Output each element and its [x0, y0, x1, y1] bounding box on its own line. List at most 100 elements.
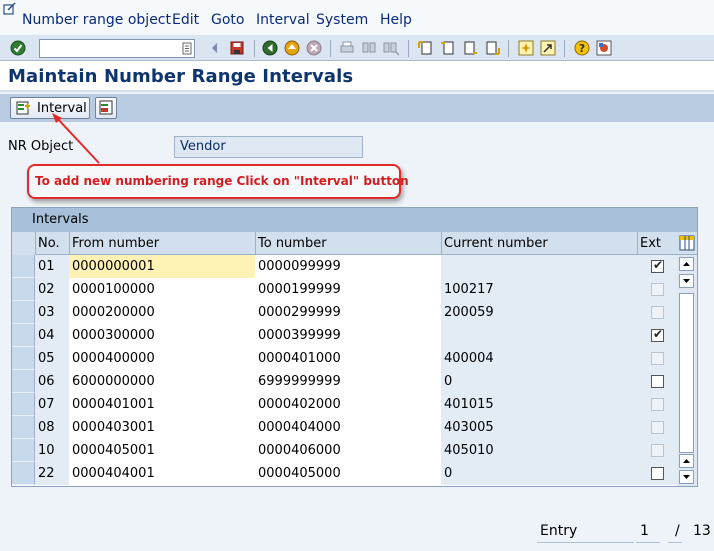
cell-to-number-input[interactable]: 0000404000 — [255, 416, 441, 439]
column-header-no[interactable]: No. — [35, 232, 69, 255]
command-field[interactable] — [39, 39, 195, 58]
row-selector-button[interactable] — [12, 370, 35, 393]
cancel-icon[interactable] — [306, 40, 322, 56]
cell-to-number-input[interactable]: 6999999999 — [255, 370, 441, 393]
entry-current-field[interactable]: 1 — [640, 523, 649, 539]
select-all-rows-button[interactable] — [12, 232, 35, 255]
cell-to-number-input[interactable]: 0000099999 — [255, 255, 441, 278]
shortcut-icon[interactable] — [540, 40, 556, 56]
table-row: 22 0000404001 0000405000 0 — [12, 462, 677, 485]
first-page-icon[interactable] — [418, 40, 434, 56]
row-selector-button[interactable] — [12, 301, 35, 324]
cell-to-number-input[interactable]: 0000406000 — [255, 439, 441, 462]
customize-layout-icon[interactable] — [596, 40, 612, 56]
row-selector-button[interactable] — [12, 278, 35, 301]
row-selector-button[interactable] — [12, 255, 35, 278]
menu-system[interactable]: System — [316, 12, 368, 28]
menu-goto[interactable]: Goto — [211, 12, 244, 28]
last-page-icon[interactable] — [484, 40, 500, 56]
find-icon[interactable] — [361, 40, 377, 56]
row-selector-button[interactable] — [12, 393, 35, 416]
exit-icon[interactable] — [284, 40, 300, 56]
menu-number-range-object[interactable]: Number range object — [22, 12, 171, 28]
cell-from-number-input[interactable]: 0000401001 — [69, 393, 255, 416]
interval-button[interactable]: Interval — [10, 97, 90, 119]
ext-checkbox — [651, 283, 664, 296]
table-row: 10 0000405001 0000406000 405010 — [12, 439, 677, 462]
exit-button[interactable] — [95, 97, 117, 119]
cell-from-number-input[interactable]: 0000000001 — [69, 255, 255, 278]
create-session-icon[interactable] — [518, 40, 534, 56]
interval-button-label: Interval — [37, 100, 87, 116]
ext-checkbox[interactable]: ✔ — [651, 258, 664, 273]
cell-to-number-input[interactable]: 0000199999 — [255, 278, 441, 301]
menu-help[interactable]: Help — [380, 12, 412, 28]
print-icon[interactable] — [339, 40, 355, 56]
chevron-down-icon — [683, 279, 690, 283]
cell-to-number-input[interactable]: 0000399999 — [255, 324, 441, 347]
cell-no: 08 — [35, 416, 69, 439]
cell-from-number-input[interactable]: 6000000000 — [69, 370, 255, 393]
ext-checkbox[interactable]: ✔ — [651, 327, 664, 342]
chevron-down-icon — [683, 475, 690, 479]
vertical-scrollbar[interactable] — [677, 255, 697, 486]
scroll-up-small-button[interactable] — [679, 454, 694, 468]
create-interval-icon — [16, 101, 30, 115]
ext-checkbox[interactable] — [651, 375, 664, 388]
cell-to-number-input[interactable]: 0000299999 — [255, 301, 441, 324]
enter-icon[interactable] — [10, 40, 26, 56]
menubar: Number range object Edit Goto Interval S… — [0, 0, 714, 34]
cell-from-number-input[interactable]: 0000403001 — [69, 416, 255, 439]
column-header-current-number[interactable]: Current number — [441, 232, 637, 255]
table-caption: Intervals — [12, 208, 697, 232]
cell-ext — [637, 278, 677, 301]
cell-from-number-input[interactable]: 0000200000 — [69, 301, 255, 324]
cell-ext — [637, 301, 677, 324]
previous-page-icon[interactable] — [440, 40, 456, 56]
entry-total: 13 — [693, 523, 711, 539]
menu-edit[interactable]: Edit — [172, 12, 199, 28]
column-header-to-number[interactable]: To number — [255, 232, 441, 255]
cell-to-number-input[interactable]: 0000402000 — [255, 393, 441, 416]
command-history-icon[interactable] — [182, 42, 192, 55]
ext-checkbox — [651, 444, 664, 457]
help-icon[interactable]: ? — [574, 40, 590, 56]
save-icon[interactable] — [229, 40, 245, 56]
scroll-down-small-button[interactable] — [679, 274, 694, 288]
cell-from-number-input[interactable]: 0000400000 — [69, 347, 255, 370]
table-row: 07 0000401001 0000402000 401015 — [12, 393, 677, 416]
system-menu-icon[interactable] — [3, 2, 17, 16]
cell-from-number-input[interactable]: 0000404001 — [69, 462, 255, 485]
table-header-row: No. From number To number Current number… — [12, 232, 697, 255]
row-selector-button[interactable] — [12, 347, 35, 370]
cell-to-number-input[interactable]: 0000401000 — [255, 347, 441, 370]
row-selector-button[interactable] — [12, 324, 35, 347]
toolbar-separator — [254, 40, 255, 57]
column-header-ext[interactable]: Ext — [637, 232, 677, 255]
cell-from-number-input[interactable]: 0000300000 — [69, 324, 255, 347]
row-selector-button[interactable] — [12, 439, 35, 462]
column-header-from-number[interactable]: From number — [69, 232, 255, 255]
cell-ext — [637, 416, 677, 439]
scroll-down-button[interactable] — [679, 470, 694, 484]
table-settings-icon[interactable] — [677, 233, 697, 254]
menu-interval[interactable]: Interval — [256, 12, 310, 28]
find-next-icon[interactable] — [383, 40, 399, 56]
back-icon[interactable] — [262, 40, 278, 56]
cell-no: 04 — [35, 324, 69, 347]
next-page-icon[interactable] — [462, 40, 478, 56]
scroll-up-button[interactable] — [679, 257, 694, 271]
cell-current-number — [441, 255, 637, 278]
row-selector-button[interactable] — [12, 462, 35, 485]
cell-from-number-input[interactable]: 0000405001 — [69, 439, 255, 462]
intervals-table: Intervals No. From number To number Curr… — [11, 207, 698, 487]
checkmark-icon: ✔ — [653, 327, 664, 341]
toolbar-separator — [330, 40, 331, 57]
back-arrow-icon[interactable] — [207, 40, 223, 56]
toolbar-separator — [408, 40, 409, 57]
cell-to-number-input[interactable]: 0000405000 — [255, 462, 441, 485]
cell-from-number-input[interactable]: 0000100000 — [69, 278, 255, 301]
row-selector-button[interactable] — [12, 416, 35, 439]
ext-checkbox[interactable] — [651, 467, 664, 480]
scroll-thumb[interactable] — [679, 293, 694, 453]
